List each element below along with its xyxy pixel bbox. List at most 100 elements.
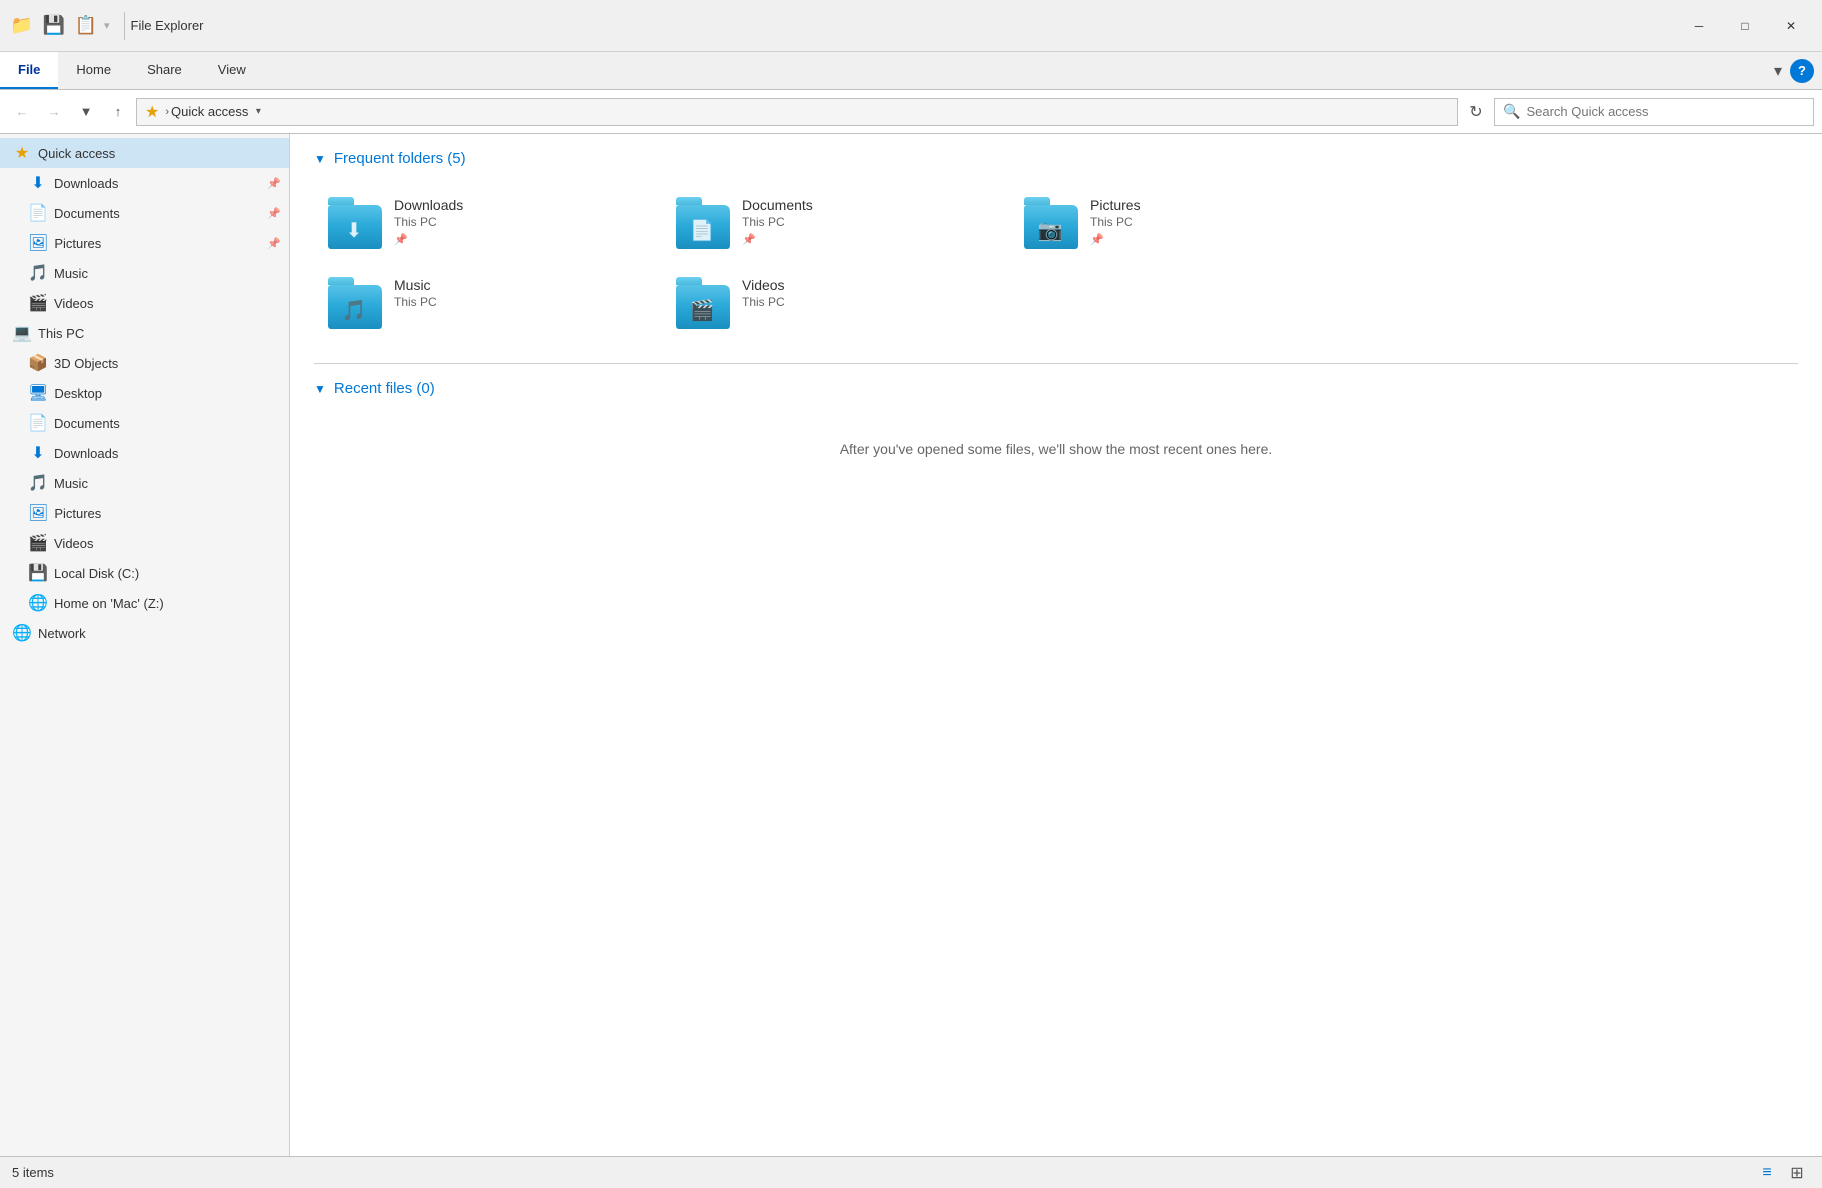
ribbon-right: ▾ ? <box>1774 52 1822 89</box>
sidebar-home-mac-label: Home on 'Mac' (Z:) <box>54 596 281 611</box>
tab-share[interactable]: Share <box>129 52 200 89</box>
folder-pin-downloads: 📌 <box>394 233 642 246</box>
home-mac-icon: 🌐 <box>28 593 48 613</box>
sidebar-documents-qa-label: Documents <box>54 206 261 221</box>
videos-folder-icon: 🎬 <box>690 298 715 323</box>
sidebar-item-videos-qa[interactable]: 🎬 Videos <box>0 288 289 318</box>
sidebar-item-videos-pc[interactable]: 🎬 Videos <box>0 528 289 558</box>
sidebar-videos-qa-label: Videos <box>54 296 281 311</box>
pictures-folder-icon: 📷 <box>1038 218 1063 243</box>
sidebar-item-quick-access[interactable]: ★ Quick access <box>0 138 289 168</box>
section-divider <box>314 363 1798 364</box>
folder-info-downloads: Downloads This PC 📌 <box>394 197 642 246</box>
folder-location-videos: This PC <box>742 295 990 309</box>
tab-home[interactable]: Home <box>58 52 129 89</box>
sidebar-pictures-qa-label: Pictures <box>54 236 261 251</box>
help-button[interactable]: ? <box>1790 59 1814 83</box>
address-breadcrumb: ★ › Quick access <box>145 102 248 122</box>
downloads-pc-icon: ⬇ <box>28 443 48 463</box>
pin-icon: 📌 <box>267 177 281 190</box>
sidebar-this-pc-label: This PC <box>38 326 281 341</box>
details-view-button[interactable]: ≡ <box>1754 1162 1780 1184</box>
folder-pin-documents: 📌 <box>742 233 990 246</box>
content-area: ▼ Frequent folders (5) ⬇ Downloads This … <box>290 134 1822 1156</box>
folder-card-downloads[interactable]: ⬇ Downloads This PC 📌 <box>314 187 654 259</box>
folder-pin-pictures: 📌 <box>1090 233 1338 246</box>
forward-button[interactable]: → <box>40 98 68 126</box>
folder-location-downloads: This PC <box>394 215 642 229</box>
folder-card-music[interactable]: 🎵 Music This PC <box>314 267 654 339</box>
up-button[interactable]: ↑ <box>104 98 132 126</box>
sidebar-downloads-qa-label: Downloads <box>54 176 261 191</box>
recent-files-empty-message: After you've opened some files, we'll sh… <box>314 441 1798 457</box>
documents-pc-icon: 📄 <box>28 413 48 433</box>
music-icon: 🎵 <box>28 263 48 283</box>
frequent-folders-header: ▼ Frequent folders (5) <box>314 150 1798 171</box>
star-icon: ★ <box>145 102 159 122</box>
sidebar-item-desktop[interactable]: 🖥 Desktop <box>0 378 289 408</box>
network-icon: 🌐 <box>12 623 32 643</box>
save-icon: 💾 <box>40 12 68 40</box>
folder-name-videos: Videos <box>742 277 990 293</box>
sidebar-item-local-disk[interactable]: 💾 Local Disk (C:) <box>0 558 289 588</box>
desktop-icon: 🖥 <box>28 383 48 403</box>
large-icons-view-button[interactable]: ⊞ <box>1784 1162 1810 1184</box>
sidebar-network-label: Network <box>38 626 281 641</box>
recent-locations-button[interactable]: ▼ <box>72 98 100 126</box>
status-bar-right: ≡ ⊞ <box>1754 1162 1810 1184</box>
folder-info-pictures: Pictures This PC 📌 <box>1090 197 1338 246</box>
sidebar-item-pictures-qa[interactable]: 🖼 Pictures 📌 <box>0 228 289 258</box>
ribbon: File Home Share View ▾ ? <box>0 52 1822 90</box>
sidebar-item-pictures-pc[interactable]: 🖼 Pictures <box>0 498 289 528</box>
folder-thumb-videos: 🎬 <box>674 277 730 329</box>
folder-card-documents[interactable]: 📄 Documents This PC 📌 <box>662 187 1002 259</box>
back-button[interactable]: ← <box>8 98 36 126</box>
folder-thumb-documents: 📄 <box>674 197 730 249</box>
folder-card-pictures[interactable]: 📷 Pictures This PC 📌 <box>1010 187 1350 259</box>
sidebar-quick-access-label: Quick access <box>38 146 281 161</box>
folder-info-music: Music This PC <box>394 277 642 309</box>
videos-pc-icon: 🎬 <box>28 533 48 553</box>
sidebar-item-documents-pc[interactable]: 📄 Documents <box>0 408 289 438</box>
frequent-folders-toggle[interactable]: ▼ <box>314 152 326 166</box>
folder-name-pictures: Pictures <box>1090 197 1338 213</box>
sidebar-item-3d-objects[interactable]: 📦 3D Objects <box>0 348 289 378</box>
sidebar-item-this-pc[interactable]: 💻 This PC <box>0 318 289 348</box>
folder-thumb-music: 🎵 <box>326 277 382 329</box>
downloads-icon: ⬇ <box>28 173 48 193</box>
main-layout: ★ Quick access ⬇ Downloads 📌 📄 Documents… <box>0 134 1822 1156</box>
search-input[interactable] <box>1526 104 1805 119</box>
refresh-button[interactable]: ↻ <box>1462 98 1490 126</box>
address-input[interactable]: ★ › Quick access ▾ <box>136 98 1458 126</box>
minimize-button[interactable]: ─ <box>1676 10 1722 42</box>
folder-location-music: This PC <box>394 295 642 309</box>
folder-card-videos[interactable]: 🎬 Videos This PC <box>662 267 1002 339</box>
sidebar-item-network[interactable]: 🌐 Network <box>0 618 289 648</box>
sidebar-item-home-mac[interactable]: 🌐 Home on 'Mac' (Z:) <box>0 588 289 618</box>
folder-location-documents: This PC <box>742 215 990 229</box>
sidebar-item-downloads-pc[interactable]: ⬇ Downloads <box>0 438 289 468</box>
ribbon-dropdown-icon[interactable]: ▾ <box>1774 61 1782 81</box>
sidebar-item-music-pc[interactable]: 🎵 Music <box>0 468 289 498</box>
breadcrumb-arrow: › <box>165 106 169 118</box>
tab-view[interactable]: View <box>200 52 264 89</box>
recent-files-header: ▼ Recent files (0) <box>314 380 1798 401</box>
tab-file[interactable]: File <box>0 52 58 89</box>
downloads-folder-icon: ⬇ <box>346 218 363 243</box>
folder-info-videos: Videos This PC <box>742 277 990 309</box>
sidebar-item-downloads-qa[interactable]: ⬇ Downloads 📌 <box>0 168 289 198</box>
window-controls: ─ □ ✕ <box>1676 10 1814 42</box>
recent-files-toggle[interactable]: ▼ <box>314 382 326 396</box>
address-bar: ← → ▼ ↑ ★ › Quick access ▾ ↻ 🔍 <box>0 90 1822 134</box>
sidebar-item-music-qa[interactable]: 🎵 Music <box>0 258 289 288</box>
pin-icon: 📌 <box>267 237 281 250</box>
3d-objects-icon: 📦 <box>28 353 48 373</box>
address-dropdown-button[interactable]: ▾ <box>248 98 268 126</box>
maximize-button[interactable]: □ <box>1722 10 1768 42</box>
videos-icon: 🎬 <box>28 293 48 313</box>
sidebar-item-documents-qa[interactable]: 📄 Documents 📌 <box>0 198 289 228</box>
this-pc-icon: 💻 <box>12 323 32 343</box>
close-button[interactable]: ✕ <box>1768 10 1814 42</box>
status-item-count: 5 items <box>12 1165 54 1180</box>
search-box[interactable]: 🔍 <box>1494 98 1814 126</box>
